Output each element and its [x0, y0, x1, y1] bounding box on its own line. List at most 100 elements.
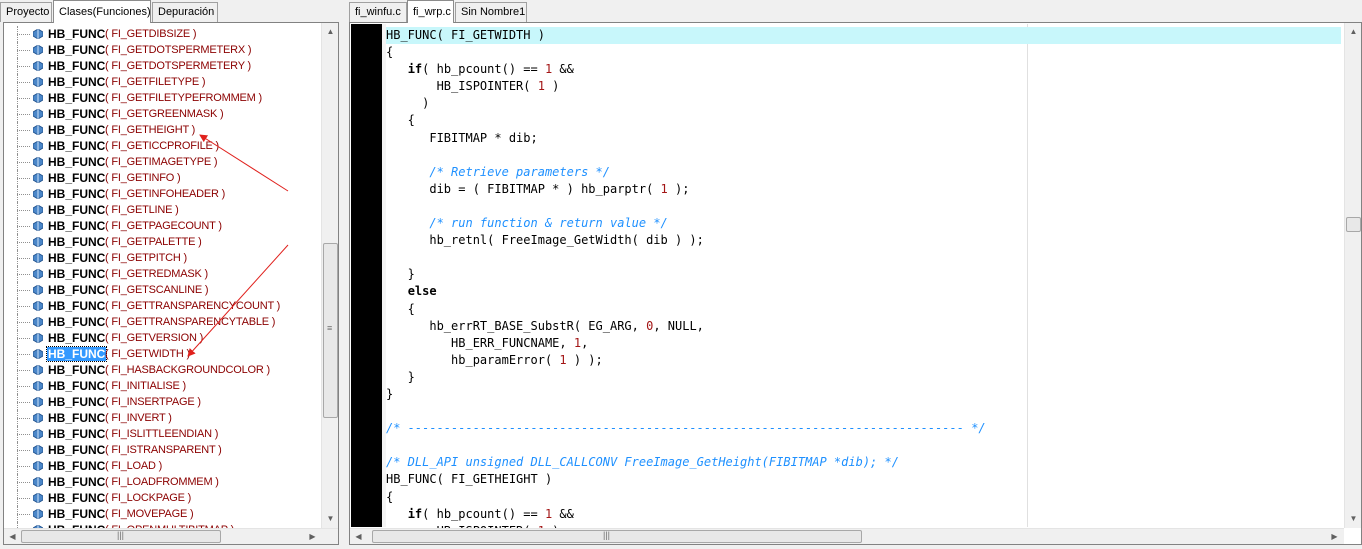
code-line[interactable]: HB_FUNC( FI_GETHEIGHT )	[386, 471, 1341, 488]
arrow-up-icon[interactable]: ▲	[1345, 23, 1361, 40]
code-line[interactable]	[386, 249, 1341, 266]
tree-item[interactable]: HB_FUNC( FI_ISLITTLEENDIAN )	[4, 426, 320, 442]
arrow-right-icon[interactable]: ▶	[1326, 528, 1343, 544]
tree-item[interactable]: HB_FUNC( FI_LOAD )	[4, 458, 320, 474]
tab-proyecto[interactable]: Proyecto	[0, 2, 52, 22]
editor-scroll-thumb[interactable]	[1346, 217, 1361, 232]
function-diamond-icon	[33, 221, 43, 231]
code-line[interactable]: }	[386, 369, 1341, 386]
code-line[interactable]: hb_paramError( 1 ) );	[386, 352, 1341, 369]
tree-item[interactable]: HB_FUNC( FI_GETWIDTH )	[4, 346, 320, 362]
editor-hscroll-thumb[interactable]: |||	[372, 530, 862, 543]
tree-item-label: ( FI_GETDIBSIZE )	[105, 28, 197, 40]
tree-scroll-thumb[interactable]: ≡	[323, 243, 338, 418]
arrow-down-icon[interactable]: ▼	[1345, 510, 1361, 527]
tree-item[interactable]: HB_FUNC( FI_GETDOTSPERMETERY )	[4, 58, 320, 74]
tree-vertical-scrollbar[interactable]: ▲ ≡ ▼	[321, 23, 338, 528]
code-line[interactable]	[386, 437, 1341, 454]
tree-item[interactable]: HB_FUNC( FI_INVERT )	[4, 410, 320, 426]
arrow-left-icon[interactable]: ◀	[350, 528, 367, 544]
tree-branch-line	[17, 242, 30, 243]
code-line[interactable]: {	[386, 301, 1341, 318]
tab-sin-nombre1[interactable]: Sin Nombre1	[455, 2, 527, 22]
tree-item[interactable]: HB_FUNC( FI_GETREDMASK )	[4, 266, 320, 282]
code-line[interactable]: }	[386, 386, 1341, 403]
code-line[interactable]: if( hb_pcount() == 1 &&	[386, 61, 1341, 78]
tree-item[interactable]: HB_FUNC( FI_GETLINE )	[4, 202, 320, 218]
tree-item[interactable]: HB_FUNC( FI_LOADFROMMEM )	[4, 474, 320, 490]
code-line[interactable]: FIBITMAP * dib;	[386, 130, 1341, 147]
tree-item[interactable]: HB_FUNC( FI_GETPITCH )	[4, 250, 320, 266]
tree-item[interactable]: HB_FUNC( FI_INITIALISE )	[4, 378, 320, 394]
code-line[interactable]: dib = ( FIBITMAP * ) hb_parptr( 1 );	[386, 181, 1341, 198]
tree-branch-line	[17, 402, 30, 403]
arrow-left-icon[interactable]: ◀	[4, 528, 21, 544]
code-text[interactable]: HB_FUNC( FI_GETWIDTH ){ if( hb_pcount() …	[386, 27, 1341, 540]
code-line[interactable]: /* -------------------------------------…	[386, 420, 1341, 437]
code-line[interactable]: {	[386, 44, 1341, 61]
tree-item[interactable]: HB_FUNC( FI_HASBACKGROUNDCOLOR )	[4, 362, 320, 378]
tree-branch-line	[17, 466, 30, 467]
tree-item[interactable]: HB_FUNC( FI_GETINFOHEADER )	[4, 186, 320, 202]
tree-item[interactable]: HB_FUNC( FI_GETHEIGHT )	[4, 122, 320, 138]
code-line[interactable]: {	[386, 112, 1341, 129]
tree-item[interactable]: HB_FUNC( FI_GETGREENMASK )	[4, 106, 320, 122]
tree-item[interactable]: HB_FUNC( FI_GETDOTSPERMETERX )	[4, 42, 320, 58]
editor-horizontal-scrollbar[interactable]: ◀ ||| ▶	[350, 528, 1344, 544]
code-line[interactable]: /* Retrieve parameters */	[386, 164, 1341, 181]
tab-clases-funciones[interactable]: Clases(Funciones)	[53, 0, 151, 23]
code-line[interactable]	[386, 403, 1341, 420]
code-line[interactable]: hb_errRT_BASE_SubstR( EG_ARG, 0, NULL,	[386, 318, 1341, 335]
tree-item[interactable]: HB_FUNC( FI_LOCKPAGE )	[4, 490, 320, 506]
tree-item[interactable]: HB_FUNC( FI_GETVERSION )	[4, 330, 320, 346]
tree-item-keyword: HB_FUNC	[48, 219, 106, 233]
tree-item[interactable]: HB_FUNC( FI_GETTRANSPARENCYTABLE )	[4, 314, 320, 330]
arrow-up-icon[interactable]: ▲	[322, 23, 338, 40]
tree-item[interactable]: HB_FUNC( FI_ISTRANSPARENT )	[4, 442, 320, 458]
tree-item[interactable]: HB_FUNC( FI_GETFILETYPEFROMMEM )	[4, 90, 320, 106]
tree-branch-line	[17, 498, 30, 499]
tree-item[interactable]: HB_FUNC( FI_GETPALETTE )	[4, 234, 320, 250]
code-line[interactable]: }	[386, 266, 1341, 283]
function-tree[interactable]: HB_FUNC( FI_GETDIBSIZE ) HB_FUNC( FI_GETD…	[3, 22, 339, 545]
code-line[interactable]: HB_ERR_FUNCNAME, 1,	[386, 335, 1341, 352]
tree-item[interactable]: HB_FUNC( FI_MOVEPAGE )	[4, 506, 320, 522]
code-line[interactable]: )	[386, 95, 1341, 112]
tree-item[interactable]: HB_FUNC( FI_GETSCANLINE )	[4, 282, 320, 298]
tree-item[interactable]: HB_FUNC( FI_GETIMAGETYPE )	[4, 154, 320, 170]
tree-branch-line	[17, 514, 30, 515]
tree-branch-line	[17, 210, 30, 211]
tab-depuracion[interactable]: Depuración	[152, 2, 218, 22]
tree-item-keyword: HB_FUNC	[48, 123, 106, 137]
code-line[interactable]: /* run function & return value */	[386, 215, 1341, 232]
tree-horizontal-scrollbar[interactable]: ◀ ||| ▶	[4, 528, 338, 544]
tree-item[interactable]: HB_FUNC( FI_GETINFO )	[4, 170, 320, 186]
tab-fi-winfu[interactable]: fi_winfu.c	[349, 2, 407, 22]
code-line[interactable]: if( hb_pcount() == 1 &&	[386, 506, 1341, 523]
tree-item[interactable]: HB_FUNC( FI_GETFILETYPE )	[4, 74, 320, 90]
code-line[interactable]: /* DLL_API unsigned DLL_CALLCONV FreeIma…	[386, 454, 1341, 471]
tree-branch-line	[17, 194, 30, 195]
code-line[interactable]: hb_retnl( FreeImage_GetWidth( dib ) );	[386, 232, 1341, 249]
code-line[interactable]: else	[386, 283, 1341, 300]
tree-item-label: ( FI_GETDOTSPERMETERX )	[105, 44, 252, 56]
function-diamond-icon	[33, 93, 43, 103]
arrow-down-icon[interactable]: ▼	[322, 510, 338, 527]
tree-item[interactable]: HB_FUNC( FI_INSERTPAGE )	[4, 394, 320, 410]
tree-item[interactable]: HB_FUNC( FI_GETTRANSPARENCYCOUNT )	[4, 298, 320, 314]
code-line[interactable]	[386, 198, 1341, 215]
code-line[interactable]: {	[386, 489, 1341, 506]
tree-item[interactable]: HB_FUNC( FI_GETDIBSIZE )	[4, 26, 320, 42]
editor-line-margin[interactable]	[351, 24, 382, 527]
arrow-right-icon[interactable]: ▶	[304, 528, 321, 544]
editor-vertical-scrollbar[interactable]: ▲ ▼	[1344, 23, 1361, 528]
tree-item[interactable]: HB_FUNC( FI_GETPAGECOUNT )	[4, 218, 320, 234]
code-line[interactable]: HB_ISPOINTER( 1 )	[386, 78, 1341, 95]
code-line[interactable]: HB_FUNC( FI_GETWIDTH )	[386, 27, 1341, 45]
tree-hscroll-thumb[interactable]: |||	[21, 530, 221, 543]
tree-item[interactable]: HB_FUNC( FI_GETICCPROFILE )	[4, 138, 320, 154]
code-line[interactable]	[386, 147, 1341, 164]
code-editor[interactable]: HB_FUNC( FI_GETWIDTH ){ if( hb_pcount() …	[349, 22, 1362, 545]
tree-item-keyword: HB_FUNC	[48, 283, 106, 297]
tab-fi-wrp[interactable]: fi_wrp.c	[407, 0, 454, 23]
